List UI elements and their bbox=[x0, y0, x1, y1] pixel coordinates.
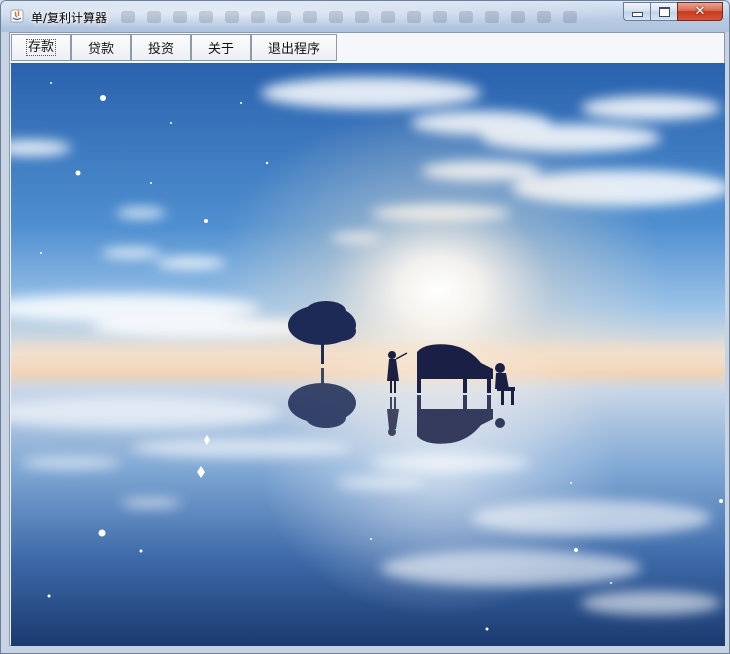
deposit-button[interactable]: 存款 bbox=[11, 34, 71, 61]
title-bar[interactable]: 单/复利计算器 ✕ bbox=[1, 1, 729, 32]
exit-label: 退出程序 bbox=[267, 42, 320, 57]
menu-bar: 存款 贷款 投资 关于 退出程序 bbox=[10, 33, 724, 64]
java-app-icon bbox=[10, 9, 24, 23]
maximize-button[interactable] bbox=[650, 2, 677, 21]
about-button[interactable]: 关于 bbox=[191, 34, 251, 61]
landscape-illustration bbox=[11, 63, 725, 646]
maximize-icon bbox=[658, 6, 670, 17]
exit-button[interactable]: 退出程序 bbox=[251, 34, 337, 61]
background-toolbar-glare bbox=[121, 11, 601, 27]
deposit-label: 存款 bbox=[25, 39, 56, 56]
investment-label: 投资 bbox=[147, 42, 174, 57]
close-icon: ✕ bbox=[694, 4, 706, 19]
loan-label: 贷款 bbox=[87, 42, 114, 57]
loan-button[interactable]: 贷款 bbox=[71, 34, 131, 61]
client-area: 存款 贷款 投资 关于 退出程序 bbox=[9, 32, 725, 646]
close-button[interactable]: ✕ bbox=[677, 2, 723, 21]
app-window: 单/复利计算器 ✕ 存款 贷款 投资 关于 退出程序 bbox=[0, 0, 730, 654]
background-image bbox=[11, 63, 725, 646]
minimize-icon bbox=[631, 12, 643, 17]
about-label: 关于 bbox=[207, 42, 234, 57]
investment-button[interactable]: 投资 bbox=[131, 34, 191, 61]
window-title: 单/复利计算器 bbox=[31, 11, 108, 25]
caption-buttons: ✕ bbox=[623, 2, 723, 22]
minimize-button[interactable] bbox=[623, 2, 650, 21]
